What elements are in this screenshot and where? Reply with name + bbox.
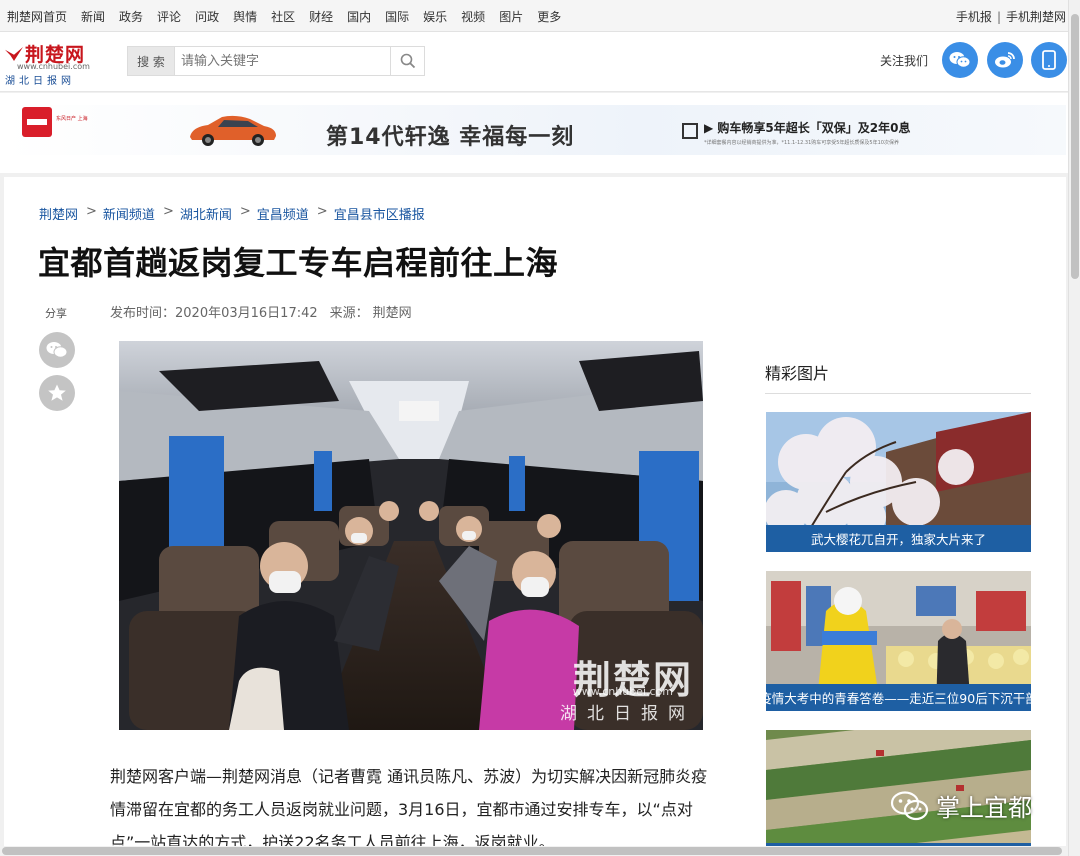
search-bar: 搜 索 (127, 46, 425, 76)
breadcrumb-arrow: > (239, 204, 251, 219)
phone-icon (1042, 50, 1056, 70)
nav-link-news[interactable]: 新闻 (81, 8, 105, 25)
photo-watermark-subtitle: 湖北日报网 (560, 704, 695, 724)
wechat-icon (890, 790, 929, 820)
nav-link-finance[interactable]: 财经 (309, 8, 333, 25)
breadcrumb-item-news-channel[interactable]: 新闻频道 (103, 204, 155, 223)
top-nav-right: 手机报 | 手机荆楚网 (956, 8, 1066, 25)
ad-banner-inner: 东风日产 上海 第14代轩逸 幸福每一刻 ▶ 购车畅享5年超长「双保」及2年0息… (4, 105, 1066, 155)
weibo-button[interactable] (987, 42, 1023, 78)
wechat-button[interactable] (942, 42, 978, 78)
nav-separator: | (996, 9, 1001, 24)
top-nav: 荆楚网首页 新闻 政务 评论 问政 舆情 社区 财经 国内 国际 娱乐 视频 图… (0, 0, 1068, 32)
breadcrumb-item-county-news[interactable]: 宜昌县市区播报 (334, 204, 425, 223)
mobile-news-link[interactable]: 手机报 (956, 8, 992, 25)
bird-logo-icon (5, 47, 23, 61)
breadcrumb-arrow: > (316, 204, 328, 219)
weibo-icon (995, 52, 1015, 68)
nav-link-home[interactable]: 荆楚网首页 (7, 8, 67, 25)
nav-link-domestic[interactable]: 国内 (347, 8, 371, 25)
mobile-site-link[interactable]: 手机荆楚网 (1006, 8, 1066, 25)
search-icon (400, 53, 415, 69)
search-label: 搜 索 (127, 46, 175, 76)
wechat-icon (949, 52, 971, 68)
vertical-scrollbar-thumb[interactable] (1071, 14, 1079, 279)
breadcrumb-arrow: > (162, 204, 174, 219)
sidebar-divider (765, 393, 1031, 394)
site-header: 荆楚网 www.cnhubei.com 湖北日报网 搜 索 关注我们 (0, 32, 1068, 92)
sidebar-photo-caption: 武大樱花兀自开，独家大片来了 (766, 525, 1031, 552)
sidebar-title: 精彩图片 (765, 364, 830, 383)
ad-brand-text: 东风日产 上海 (56, 116, 88, 122)
wechat-icon (46, 342, 68, 358)
breadcrumb: 荆楚网 > 新闻频道 > 湖北新闻 > 宜昌频道 > 宜昌县市区播报 (39, 204, 425, 223)
nav-link-entertainment[interactable]: 娱乐 (423, 8, 447, 25)
share-wechat-button[interactable] (39, 332, 75, 368)
horizontal-scrollbar[interactable] (0, 846, 1068, 856)
ad-fine-print: *详细套餐内容以经销商提供为准，*11.1-12.31购车可享受5年超长质保及5… (704, 140, 899, 146)
mobile-app-button[interactable] (1031, 42, 1067, 78)
article-title: 宜都首趟返岗复工专车启程前往上海 (38, 244, 559, 282)
photo-watermark-url: www.cnhubei.com (572, 685, 673, 698)
breadcrumb-item-hubei-news[interactable]: 湖北新闻 (180, 204, 232, 223)
breadcrumb-item-yichang-channel[interactable]: 宜昌频道 (257, 204, 309, 223)
top-nav-links: 荆楚网首页 新闻 政务 评论 问政 舆情 社区 财经 国内 国际 娱乐 视频 图… (7, 8, 575, 25)
share-label: 分享 (45, 307, 67, 320)
search-input[interactable] (175, 46, 391, 76)
nav-link-pictures[interactable]: 图片 (499, 8, 523, 25)
nissan-logo-icon (22, 107, 52, 137)
article-meta: 发布时间： 2020年03月16日17:42 来源： 荆楚网 (110, 302, 412, 321)
wechat-account-name: 掌上宜都 (936, 794, 1032, 822)
nav-link-inquiry[interactable]: 问政 (195, 8, 219, 25)
nav-link-opinion[interactable]: 舆情 (233, 8, 257, 25)
car-image-icon (190, 115, 276, 146)
logo-url: www.cnhubei.com (17, 62, 90, 71)
nav-link-commentary[interactable]: 评论 (157, 8, 181, 25)
nav-link-more[interactable]: 更多 (537, 8, 561, 25)
article-body: 荆楚网客户端—荆楚网消息（记者曹霓 通讯员陈凡、苏波）为切实解决因新冠肺炎疫情滞… (110, 767, 708, 852)
nav-link-government[interactable]: 政务 (119, 8, 143, 25)
nav-link-international[interactable]: 国际 (385, 8, 409, 25)
ad-promo-label: 购车畅享5年超长「双保」及2年0息 (717, 121, 911, 135)
publish-time: 2020年03月16日17:42 (175, 306, 318, 321)
nav-link-community[interactable]: 社区 (271, 8, 295, 25)
site-logo[interactable]: 荆楚网 www.cnhubei.com 湖北日报网 (5, 40, 100, 87)
ad-slogan: 第14代轩逸 幸福每一刻 (326, 125, 575, 150)
ad-banner[interactable]: 东风日产 上海 第14代轩逸 幸福每一刻 ▶ 购车畅享5年超长「双保」及2年0息… (0, 93, 1068, 173)
follow-us-label: 关注我们 (880, 54, 929, 68)
sidebar-photo-caption: 疫情大考中的青春答卷——走近三位90后下沉干部 (766, 684, 1031, 711)
horizontal-scrollbar-thumb[interactable] (2, 847, 1062, 855)
publish-time-label: 发布时间： (110, 306, 176, 321)
sidebar-photo-item[interactable]: 武大樱花兀自开，独家大片来了 (766, 412, 1031, 552)
article-photo: 荆楚网 www.cnhubei.com 湖北日报网 (119, 341, 703, 730)
search-button[interactable] (391, 46, 425, 76)
star-icon (48, 384, 66, 401)
breadcrumb-item-site[interactable]: 荆楚网 (39, 204, 78, 223)
logo-subtitle: 湖北日报网 (5, 76, 75, 87)
ad-qr-icon (682, 123, 698, 139)
source-label: 来源： (329, 306, 369, 321)
ad-promo-text: ▶ 购车畅享5年超长「双保」及2年0息 (704, 121, 911, 135)
source-name: 荆楚网 (372, 306, 412, 321)
sidebar-photo-item[interactable]: 疫情大考中的青春答卷——走近三位90后下沉干部 (766, 571, 1031, 711)
breadcrumb-arrow: > (86, 204, 97, 219)
vertical-scrollbar[interactable] (1068, 0, 1080, 856)
wechat-account-watermark: 掌上宜都 (890, 788, 1032, 823)
favorite-button[interactable] (39, 375, 75, 411)
nav-link-video[interactable]: 视频 (461, 8, 485, 25)
